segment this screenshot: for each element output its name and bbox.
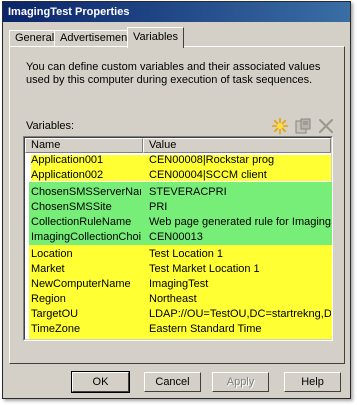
column-header-name[interactable]: Name xyxy=(25,138,143,153)
list-row[interactable]: ChosenSMSServerName STEVERACPRI xyxy=(25,185,331,200)
title-bar: ImagingTest Properties xyxy=(3,2,350,22)
list-row[interactable]: TargetOU LDAP://OU=TestOU,DC=startrekng,D… xyxy=(25,307,331,322)
variables-label: Variables: xyxy=(26,120,75,132)
row-name: TimeZone xyxy=(31,323,81,335)
list-row[interactable]: Application002 CEN00004|SCCM client xyxy=(25,168,331,183)
row-name: Location xyxy=(31,248,73,260)
properties-icon xyxy=(295,118,311,134)
row-value: CEN00013 xyxy=(149,231,203,243)
tab-advertisements-label: Advertisements xyxy=(60,32,136,44)
row-value: ImagingTest xyxy=(149,278,209,290)
column-header-value[interactable]: Value xyxy=(143,138,331,153)
variables-toolbar xyxy=(270,116,336,138)
row-name: Application002 xyxy=(31,169,104,181)
list-rows: Application001 CEN00008|Rockstar prog App… xyxy=(25,153,331,337)
row-value: CEN00008|Rockstar prog xyxy=(149,154,275,166)
variables-list[interactable]: Name Value Application001 CEN00008|Rockst… xyxy=(23,136,333,341)
list-row[interactable]: TimeZone Eastern Standard Time xyxy=(25,322,331,337)
row-name: Region xyxy=(31,293,66,305)
row-value: STEVERACPRI xyxy=(149,186,227,198)
list-row[interactable]: ChosenSMSSite PRI xyxy=(25,200,331,215)
cancel-button[interactable]: Cancel xyxy=(144,372,201,392)
tab-general[interactable]: General xyxy=(9,30,61,47)
list-row[interactable]: Application001 CEN00008|Rockstar prog xyxy=(25,153,331,168)
row-name: Market xyxy=(31,263,65,275)
row-name: ChosenSMSSite xyxy=(31,201,112,213)
row-value: Test Location 1 xyxy=(149,248,223,260)
new-star-icon xyxy=(271,117,289,135)
tab-general-label: General xyxy=(15,32,55,44)
help-button[interactable]: Help xyxy=(284,372,341,392)
tab-variables-label: Variables xyxy=(133,31,179,43)
ok-button[interactable]: OK xyxy=(71,371,130,393)
row-value: CEN00004|SCCM client xyxy=(149,169,267,181)
new-variable-button[interactable] xyxy=(270,116,290,136)
row-name: NewComputerName xyxy=(31,278,131,290)
list-row[interactable]: ImagingCollectionChoice CEN00013 xyxy=(25,230,331,245)
row-value: LDAP://OU=TestOU,DC=startrekng,D... xyxy=(149,308,331,320)
properties-dialog: ImagingTest Properties General Advertise… xyxy=(2,1,351,399)
row-value: PRI xyxy=(149,201,168,213)
list-row[interactable]: Market Test Market Location 1 xyxy=(25,262,331,277)
list-row[interactable]: Region Northeast xyxy=(25,292,331,307)
row-name: ImagingCollectionChoice xyxy=(31,231,141,243)
list-row[interactable]: NewComputerName ImagingTest xyxy=(25,277,331,292)
row-name: Application001 xyxy=(31,154,104,166)
delete-x-icon xyxy=(319,119,333,133)
list-row[interactable]: Location Test Location 1 xyxy=(25,247,331,262)
window-title: ImagingTest Properties xyxy=(8,6,130,18)
row-name: CollectionRuleName xyxy=(31,216,132,228)
list-row[interactable]: CollectionRuleName Web page generated rul… xyxy=(25,215,331,230)
description-text: You can define custom variables and thei… xyxy=(26,61,321,86)
row-value: Eastern Standard Time xyxy=(149,323,262,335)
properties-button[interactable] xyxy=(293,116,313,136)
row-value: Test Market Location 1 xyxy=(149,263,260,275)
list-header: Name Value xyxy=(25,138,331,153)
row-value: Northeast xyxy=(149,293,197,305)
row-name: TargetOU xyxy=(31,308,79,320)
row-name: ChosenSMSServerName xyxy=(31,186,141,198)
delete-button[interactable] xyxy=(316,116,336,136)
dialog-buttons: OK Cancel Apply Help xyxy=(3,371,350,394)
row-value: Web page generated rule for Imaging... xyxy=(149,216,331,228)
apply-button[interactable]: Apply xyxy=(212,372,269,392)
variables-tab-panel: You can define custom variables and thei… xyxy=(9,46,345,364)
tab-variables[interactable]: Variables xyxy=(127,27,185,48)
